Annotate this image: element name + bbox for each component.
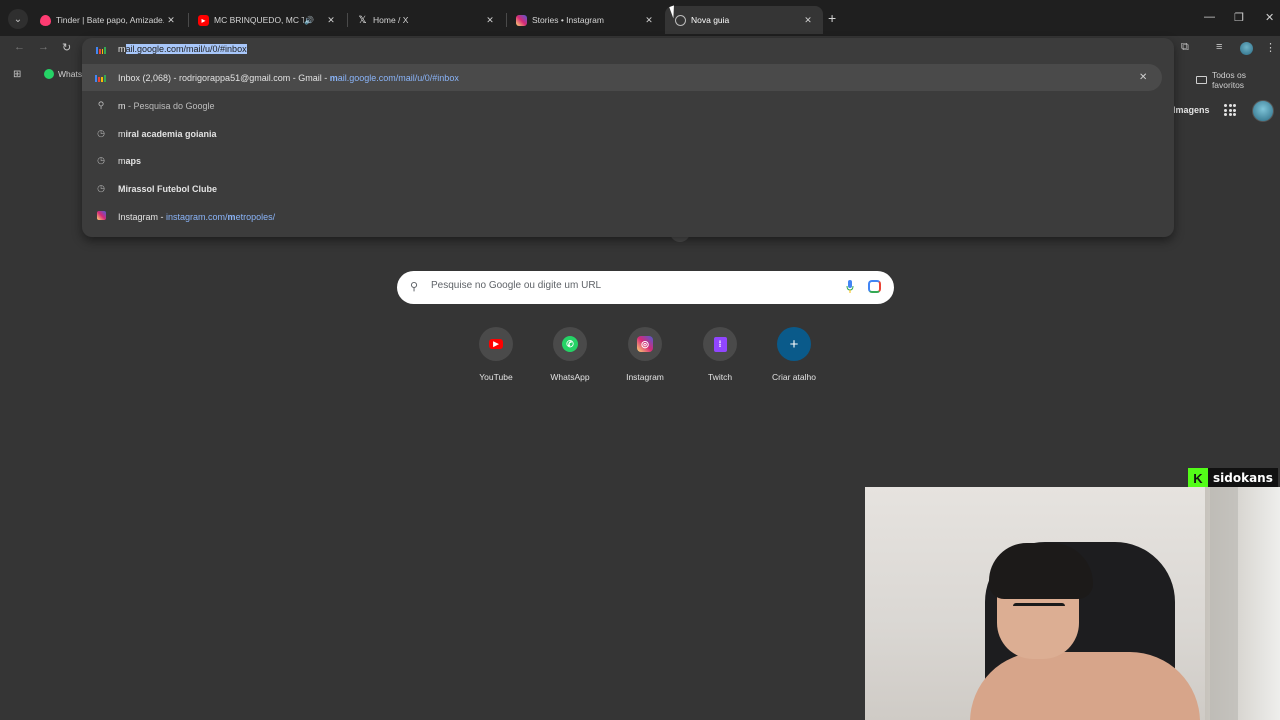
twitch-icon: ⁞ [713, 336, 727, 352]
microphone-icon[interactable] [846, 280, 854, 294]
folder-icon [1196, 76, 1207, 84]
shortcut-youtube[interactable]: ▶ YouTube [459, 327, 533, 382]
webcam-person-body [970, 652, 1200, 720]
google-apps-icon[interactable] [1224, 104, 1236, 116]
whatsapp-icon [44, 69, 54, 79]
instagram-icon: ◎ [637, 336, 653, 352]
streamer-badge: K sidokans [1188, 468, 1278, 488]
history-icon: ◷ [97, 128, 105, 138]
chevron-down-icon: ⌄ [13, 13, 23, 25]
tab-x[interactable]: 𝕏 Home / X ✕ [347, 6, 505, 34]
window-close-icon[interactable]: ✕ [1265, 11, 1274, 24]
all-bookmarks[interactable]: Todos os favoritos [1196, 70, 1280, 90]
webcam-curtain [1210, 487, 1238, 720]
suggestion-gmail[interactable]: Inbox (2,068) - rodrigorappa51@gmail.com… [82, 64, 1162, 91]
shortcut-whatsapp[interactable]: ✆ WhatsApp [533, 327, 607, 382]
tab-tinder[interactable]: Tinder | Bate papo, Amizade. Encontros ✕ [30, 6, 186, 34]
images-link[interactable]: Imagens [1173, 105, 1210, 115]
minimize-icon[interactable]: — [1204, 11, 1215, 23]
address-bar[interactable]: mail.google.com/mail/u/0/#inbox [82, 38, 1174, 62]
apps-icon[interactable]: ⊞ [13, 69, 21, 80]
new-tab-button[interactable]: + [828, 11, 836, 25]
youtube-icon: ▶ [489, 339, 503, 349]
whatsapp-icon: ✆ [562, 336, 578, 352]
suggestion-history[interactable]: ◷ Mirassol Futebol Clube [82, 175, 1174, 202]
forward-icon[interactable]: → [38, 41, 49, 53]
search-icon: ⚲ [410, 281, 419, 293]
tab-strip: ⌄ Tinder | Bate papo, Amizade. Encontros… [0, 0, 1280, 36]
url-text[interactable]: mail.google.com/mail/u/0/#inbox [118, 43, 247, 55]
reload-icon[interactable]: ↻ [62, 41, 71, 54]
suggestion-history[interactable]: ◷ maps [82, 147, 1174, 174]
close-icon[interactable]: ✕ [164, 15, 178, 26]
omnibox-dropdown: mail.google.com/mail/u/0/#inbox Inbox (2… [82, 38, 1174, 237]
history-icon: ◷ [97, 183, 105, 193]
instagram-icon [516, 14, 527, 26]
extensions-icon[interactable]: ⧉ [1181, 41, 1189, 54]
speaker-icon[interactable]: 🔊 [304, 16, 314, 25]
tinder-icon [40, 14, 51, 26]
x-icon: 𝕏 [358, 14, 367, 26]
gmail-icon [95, 73, 107, 82]
suggestion-search[interactable]: ⚲ m - Pesquisa do Google [82, 92, 1174, 119]
tab-instagram[interactable]: Stories • Instagram ✕ [506, 6, 664, 34]
account-avatar[interactable] [1252, 100, 1274, 122]
search-icon: ⚲ [97, 100, 105, 110]
tab-search-button[interactable]: ⌄ [8, 9, 28, 29]
media-control-icon[interactable]: ≡ [1216, 41, 1222, 53]
plus-icon: + [789, 335, 799, 353]
gmail-icon [96, 45, 106, 55]
webcam-person-hair [989, 543, 1093, 599]
shortcut-add[interactable]: + Criar atalho [757, 327, 831, 382]
close-icon[interactable]: ✕ [642, 15, 656, 26]
close-icon[interactable]: ✕ [483, 15, 497, 26]
tab-nova-guia[interactable]: Nova guia ✕ [665, 6, 823, 34]
shortcut-twitch[interactable]: ⁞ Twitch [683, 327, 757, 382]
close-icon[interactable]: ✕ [801, 15, 815, 26]
search-input[interactable] [431, 280, 831, 291]
restore-icon[interactable]: ❐ [1234, 11, 1244, 24]
google-search-box: ⚲ [397, 271, 894, 304]
close-icon[interactable]: ✕ [324, 15, 338, 26]
youtube-icon: ▸ [198, 14, 209, 26]
tab-youtube[interactable]: ▸ MC BRINQUEDO, MC TUTO 🔊 ✕ [188, 6, 346, 34]
bookmark-whatsapp[interactable]: WhatsApp [44, 69, 84, 79]
suggestion-history[interactable]: ◷ miral academia goiania [82, 120, 1174, 147]
plus-icon: + [828, 10, 837, 26]
back-icon[interactable]: ← [14, 41, 25, 53]
suggestion-instagram[interactable]: Instagram - instagram.com/metropoles/ [82, 203, 1174, 230]
webcam-glasses [1013, 603, 1065, 613]
profile-avatar[interactable] [1240, 42, 1253, 55]
google-lens-icon[interactable] [868, 280, 881, 293]
menu-icon[interactable]: ⋮ [1265, 41, 1276, 54]
webcam-overlay [865, 487, 1280, 720]
history-icon: ◷ [97, 155, 105, 165]
remove-suggestion-icon[interactable]: ✕ [1139, 72, 1147, 83]
kick-logo-icon: K [1188, 468, 1208, 488]
shortcut-instagram[interactable]: ◎ Instagram [608, 327, 682, 382]
instagram-icon [95, 211, 107, 222]
